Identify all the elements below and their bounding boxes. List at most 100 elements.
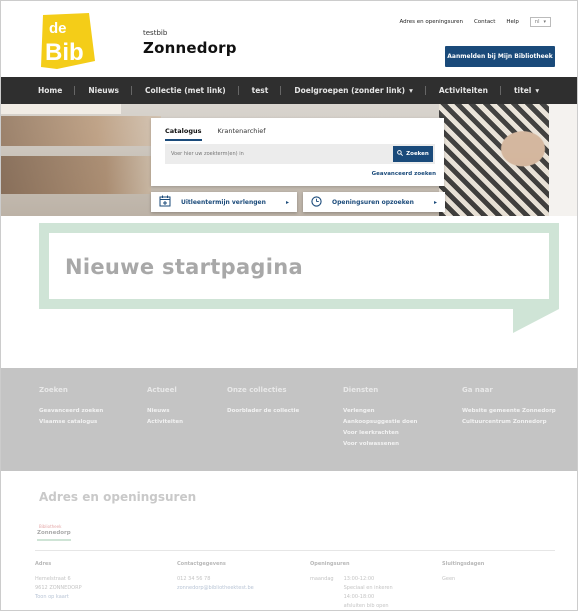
nav-label: Nieuws [88, 86, 120, 95]
hours-day: maandag [310, 576, 334, 582]
address-column: Adres Hemelstraat 6 9612 ZONNEDORP Toon … [35, 560, 82, 602]
footer-col-actueel: Actueel Nieuws Activiteiten [147, 386, 183, 428]
quick-link-label: Uitleentermijn verlengen [181, 198, 266, 206]
hours-heading: Openingsuren [310, 561, 350, 567]
hours-row: maandag 13:00-12:00 Speciaal en inkeren … [310, 575, 393, 610]
contact-column: Contactgegevens 012 34 56 78 zonnedorp@b… [177, 560, 254, 593]
closing-heading: Sluitingsdagen [442, 561, 485, 567]
footer-heading: Onze collecties [227, 386, 287, 394]
login-button[interactable]: Aanmelden bij Mijn Bibliotheek [445, 46, 555, 67]
footer-link[interactable]: Voor volwassenen [343, 439, 417, 450]
hours-line: afsluiten bib open [343, 603, 389, 609]
top-link-address[interactable]: Adres en openingsuren [399, 19, 463, 25]
top-link-help[interactable]: Help [506, 19, 519, 25]
main-nav: Home Nieuws Collectie (met link) test Do… [1, 77, 577, 104]
nav-label: titel [513, 86, 532, 95]
footer-link[interactable]: Geavanceerd zoeken [39, 406, 103, 417]
email-link[interactable]: zonnedorp@bibliotheektest.be [177, 584, 254, 593]
address-heading: Adres [35, 561, 52, 567]
phone-number: 012 34 56 78 [177, 576, 211, 582]
site-header: de Bib testbib Zonnedorp Adres en openin… [1, 1, 577, 77]
address-line: 9612 ZONNEDORP [35, 585, 82, 591]
nav-item-activiteiten[interactable]: Activiteiten [426, 77, 502, 104]
nav-label: Doelgroepen (zonder link) [294, 86, 406, 95]
search-input[interactable] [165, 144, 393, 164]
footer-heading: Ga naar [462, 386, 493, 394]
tab-catalogus[interactable]: Catalogus [165, 127, 202, 141]
location-label: Bibliotheek [39, 524, 62, 529]
nav-item-titel[interactable]: titel ▾ [501, 77, 552, 104]
address-section-title: Adres en openingsuren [39, 490, 197, 504]
language-select[interactable]: nl ▾ [529, 17, 551, 27]
nav-item-home[interactable]: Home [25, 77, 76, 104]
contact-heading: Contactgegevens [177, 561, 226, 567]
footer: Zoeken Geavanceerd zoeken Vlaamse catalo… [1, 368, 577, 471]
nav-item-nieuws[interactable]: Nieuws [75, 77, 132, 104]
hero-edge [549, 104, 577, 216]
footer-link[interactable]: Verlengen [343, 406, 417, 417]
search-bar: Zoeken [165, 144, 435, 164]
tab-krantenarchief[interactable]: Krantenarchief [218, 127, 266, 141]
footer-heading: Diensten [343, 386, 379, 394]
chevron-right-icon: ▸ [433, 198, 437, 206]
hero-shelf [1, 156, 151, 194]
footer-link[interactable]: Cultuurcentrum Zonnedorp [462, 417, 556, 428]
top-links: Adres en openingsuren Contact Help nl ▾ [399, 17, 551, 27]
de-bib-logo[interactable]: de Bib [37, 13, 97, 71]
footer-heading: Zoeken [39, 386, 68, 394]
hours-line: 13:00-12:00 [343, 576, 375, 582]
closing-column: Sluitingsdagen Geen [442, 560, 484, 584]
nav-label: Activiteiten [438, 86, 488, 95]
logo-text-de: de [49, 20, 67, 37]
nav-label: Collectie (met link) [145, 86, 226, 95]
address-line: Hemelstraat 6 [35, 576, 71, 582]
footer-heading: Actueel [147, 386, 177, 394]
logo-text-bib: Bib [45, 39, 84, 66]
hours-line: Speciaal en inkeren [343, 585, 393, 591]
footer-link[interactable]: Voor leerkrachten [343, 428, 417, 439]
language-value: nl [534, 19, 540, 25]
search-tabs: Catalogus Krantenarchief [165, 127, 266, 141]
footer-link[interactable]: Doorblader de collectie [227, 406, 299, 417]
footer-link[interactable]: Nieuws [147, 406, 183, 417]
hours-column: Openingsuren maandag 13:00-12:00 Speciaa… [310, 560, 393, 610]
hours-line: 14:00-18:00 [343, 594, 375, 600]
site-subtitle: testbib [143, 29, 168, 37]
quick-link-label: Openingsuren opzoeken [332, 198, 414, 206]
footer-link[interactable]: Aankoopsuggestie doen [343, 417, 417, 428]
site-title[interactable]: Zonnedorp [143, 39, 237, 57]
caret-down-icon: ▾ [409, 86, 413, 95]
advanced-search-link[interactable]: Geavanceerd zoeken [372, 171, 436, 177]
nav-item-test[interactable]: test [239, 77, 282, 104]
closing-line: Geen [442, 576, 456, 582]
hero-shelf [1, 116, 161, 146]
footer-col-zoeken: Zoeken Geavanceerd zoeken Vlaamse catalo… [39, 386, 103, 428]
calendar-plus-icon [159, 195, 171, 209]
footer-col-ga-naar: Ga naar Website gemeente Zonnedorp Cultu… [462, 386, 556, 428]
search-button[interactable]: Zoeken [393, 146, 433, 162]
chevron-down-icon: ▾ [543, 19, 546, 25]
nav-label: Home [38, 86, 63, 95]
footer-link[interactable]: Vlaamse catalogus [39, 417, 103, 428]
footer-link[interactable]: Website gemeente Zonnedorp [462, 406, 556, 417]
footer-col-collecties: Onze collecties Doorblader de collectie [227, 386, 299, 417]
nav-item-doelgroepen[interactable]: Doelgroepen (zonder link) ▾ [281, 77, 427, 104]
nav-item-collectie[interactable]: Collectie (met link) [132, 77, 239, 104]
quick-link-hours[interactable]: Openingsuren opzoeken ▸ [303, 192, 445, 212]
quick-link-renew[interactable]: Uitleentermijn verlengen ▸ [151, 192, 297, 212]
chevron-right-icon: ▸ [285, 198, 289, 206]
banner-title: Nieuwe startpagina [65, 255, 303, 279]
footer-col-diensten: Diensten Verlengen Aankoopsuggestie doen… [343, 386, 417, 450]
search-card: Catalogus Krantenarchief Zoeken Geavance… [151, 118, 444, 186]
hero-ceiling [1, 104, 121, 114]
search-icon [397, 150, 404, 158]
page: de Bib testbib Zonnedorp Adres en openin… [0, 0, 578, 611]
clock-icon [311, 195, 322, 209]
map-link[interactable]: Toon op kaart [35, 593, 82, 602]
hours-times: 13:00-12:00 Speciaal en inkeren 14:00-18… [343, 575, 393, 610]
footer-link[interactable]: Activiteiten [147, 417, 183, 428]
location-tab-zonnedorp[interactable]: Zonnedorp [37, 530, 71, 541]
nav-label: test [251, 86, 269, 95]
top-link-contact[interactable]: Contact [474, 19, 495, 25]
caret-down-icon: ▾ [535, 86, 540, 95]
